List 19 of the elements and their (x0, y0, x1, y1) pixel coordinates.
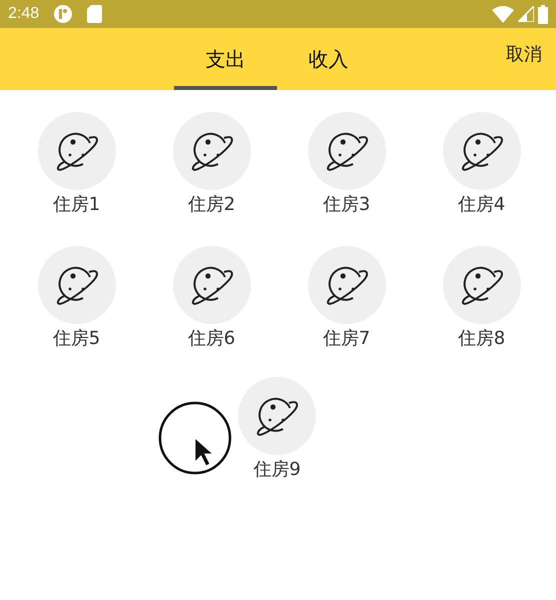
status-time: 2:48 (8, 5, 40, 23)
category-label: 住房9 (253, 458, 301, 482)
category-label: 住房6 (188, 327, 236, 351)
category-label: 住房5 (52, 327, 100, 351)
tab[interactable]: 收入 (277, 28, 380, 90)
category-label: 住房4 (458, 193, 506, 217)
battery-icon (538, 4, 548, 24)
signal-icon (518, 6, 534, 22)
sd-card-icon (87, 5, 102, 23)
tab[interactable]: 支出 (174, 28, 277, 90)
category-label: 住房3 (322, 193, 370, 217)
wifi-icon (492, 6, 514, 22)
category-label: 住房8 (458, 327, 506, 351)
touch-indicator-icon (158, 401, 234, 477)
category-label: 住房1 (52, 193, 100, 217)
category-label: 住房7 (322, 327, 370, 351)
category-label: 住房2 (188, 193, 236, 217)
cancel-button[interactable]: 取消 (506, 42, 542, 66)
app-icon (53, 4, 74, 24)
